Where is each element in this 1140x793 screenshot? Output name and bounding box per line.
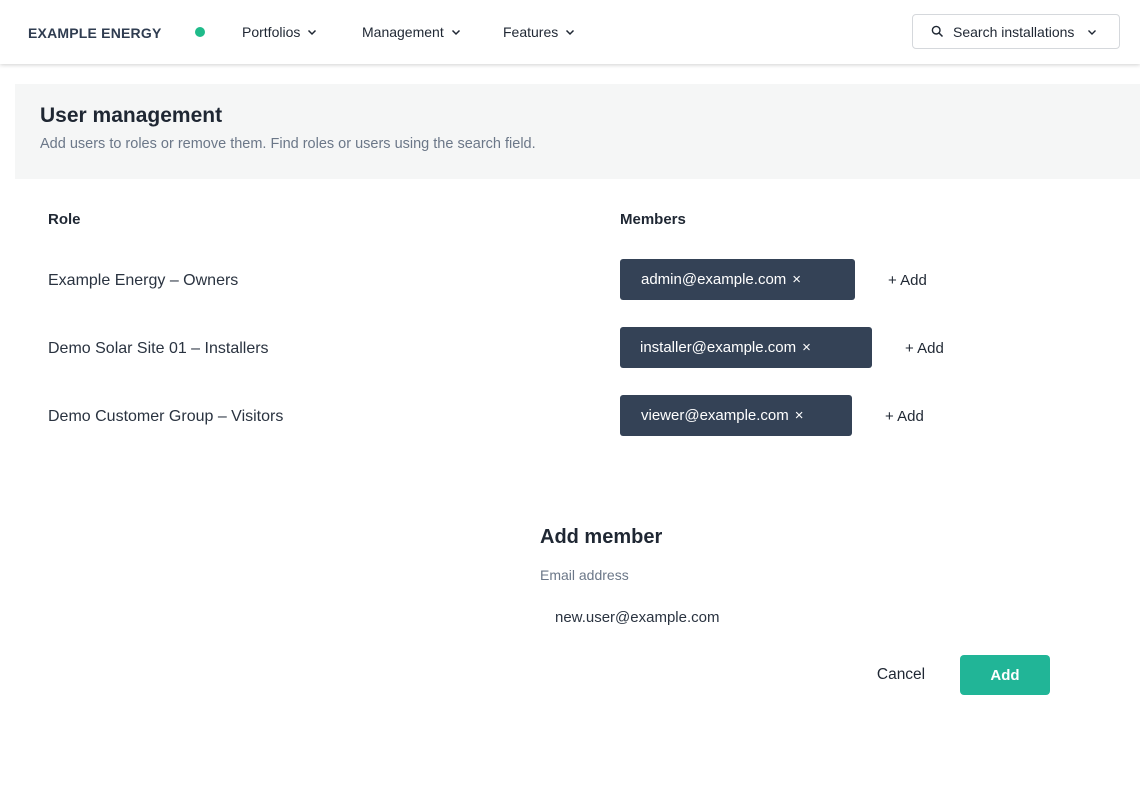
nav-features-label: Features xyxy=(503,24,559,40)
role-name: Demo Customer Group – Visitors xyxy=(48,408,284,425)
remove-member-icon[interactable]: × xyxy=(792,271,801,288)
role-name: Example Energy – Owners xyxy=(48,272,239,289)
chevron-down-icon xyxy=(1088,29,1097,35)
email-field[interactable] xyxy=(540,600,1050,634)
member-chip: admin@example.com × xyxy=(620,259,855,300)
member-email: installer@example.com xyxy=(640,339,797,356)
page-title: User management xyxy=(40,104,223,127)
page-subtitle: Add users to roles or remove them. Find … xyxy=(40,136,536,152)
page-header: User management Add users to roles or re… xyxy=(15,84,1140,179)
remove-member-icon[interactable]: × xyxy=(795,407,804,424)
brand-logo-text[interactable]: EXAMPLE ENERGY xyxy=(28,25,162,41)
cancel-button[interactable]: Cancel xyxy=(862,655,940,695)
remove-member-icon[interactable]: × xyxy=(802,339,811,356)
chevron-down-icon xyxy=(566,29,575,36)
nav-portfolios[interactable]: Portfolios xyxy=(242,24,318,40)
role-name: Demo Solar Site 01 – Installers xyxy=(48,340,269,357)
column-header-role: Role xyxy=(48,211,81,228)
email-address-label: Email address xyxy=(540,567,629,583)
nav-features[interactable]: Features xyxy=(503,24,576,40)
add-member-link[interactable]: + Add xyxy=(905,340,944,357)
add-member-title: Add member xyxy=(540,526,663,548)
chevron-down-icon xyxy=(308,29,317,36)
search-installations-dropdown[interactable]: Search installations xyxy=(912,14,1120,49)
member-chip: viewer@example.com × xyxy=(620,395,852,436)
chevron-down-icon xyxy=(451,29,460,36)
status-indicator-dot xyxy=(195,27,205,37)
top-navigation-bar: EXAMPLE ENERGY Portfolios Management Fea… xyxy=(0,0,1140,64)
add-button[interactable]: Add xyxy=(960,655,1050,695)
column-header-members: Members xyxy=(620,211,686,228)
nav-portfolios-label: Portfolios xyxy=(242,24,301,40)
nav-management[interactable]: Management xyxy=(362,24,462,40)
search-installations-label: Search installations xyxy=(953,23,1075,40)
search-icon xyxy=(931,25,944,38)
member-email: viewer@example.com xyxy=(641,407,789,424)
add-member-link[interactable]: + Add xyxy=(885,408,924,425)
member-chip: installer@example.com × xyxy=(620,327,872,368)
nav-management-label: Management xyxy=(362,24,444,40)
member-email: admin@example.com xyxy=(641,271,787,288)
add-member-link[interactable]: + Add xyxy=(888,272,927,289)
